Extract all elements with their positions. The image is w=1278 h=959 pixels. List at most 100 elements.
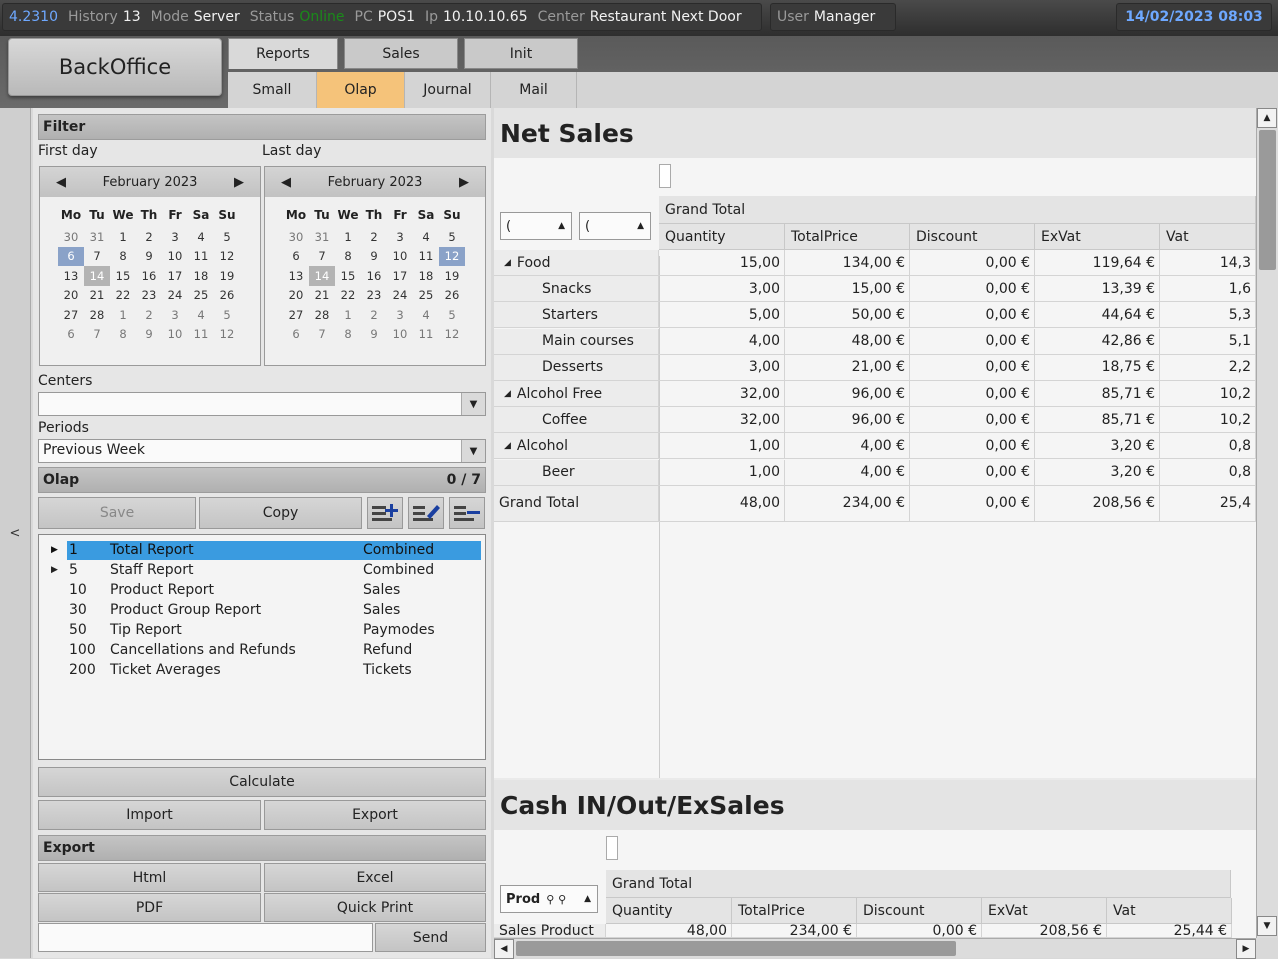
tab-init[interactable]: Init xyxy=(464,38,578,69)
vertical-scrollbar[interactable]: ▲ ▼ xyxy=(1256,108,1278,938)
calendar-day[interactable]: 28 xyxy=(309,305,335,325)
calendar-day[interactable]: 30 xyxy=(58,227,84,247)
calendar-day[interactable]: 31 xyxy=(84,227,110,247)
calendar-day[interactable]: 15 xyxy=(110,266,136,286)
report-list-item[interactable]: 200 Ticket Averages Tickets xyxy=(39,661,485,681)
calendar-day[interactable]: 12 xyxy=(439,246,465,266)
calendar-day[interactable]: 9 xyxy=(136,247,162,267)
calendar-day[interactable]: 23 xyxy=(361,286,387,306)
scroll-thumb[interactable] xyxy=(1259,130,1276,270)
export-button[interactable]: Export xyxy=(264,800,486,830)
calendar-day[interactable]: 5 xyxy=(214,227,240,247)
report-list-item[interactable]: 100 Cancellations and Refunds Refund xyxy=(39,641,485,661)
calendar-day[interactable]: 10 xyxy=(162,325,188,345)
calendar-day[interactable]: 11 xyxy=(188,325,214,345)
next-month-icon[interactable]: ▶ xyxy=(459,175,469,190)
edit-report-button[interactable] xyxy=(408,497,444,529)
calendar-day[interactable]: 15 xyxy=(335,266,361,286)
calendar-day[interactable]: 17 xyxy=(387,266,413,286)
expand-icon[interactable]: ▶ xyxy=(51,545,58,555)
calendar-day[interactable]: 24 xyxy=(387,286,413,306)
excel-export-button[interactable]: Excel xyxy=(264,863,486,892)
calendar-day[interactable]: 11 xyxy=(413,325,439,345)
calendar-day[interactable]: 21 xyxy=(84,286,110,306)
subtab-olap[interactable]: Olap xyxy=(317,72,405,108)
scroll-down-icon[interactable]: ▼ xyxy=(1257,916,1277,936)
calendar-day[interactable]: 5 xyxy=(439,227,465,247)
calendar-day[interactable]: 6 xyxy=(58,246,84,266)
calendar-day[interactable]: 3 xyxy=(387,305,413,325)
calendar-day[interactable]: 4 xyxy=(413,227,439,247)
report-list-item[interactable]: ▶ 5 Staff Report Combined xyxy=(39,561,485,581)
calendar-day[interactable]: 6 xyxy=(283,247,309,267)
calendar-day[interactable]: 21 xyxy=(309,286,335,306)
calendar-day[interactable]: 12 xyxy=(214,247,240,267)
calendar-day[interactable]: 14 xyxy=(309,266,335,286)
calendar-day[interactable]: 2 xyxy=(136,305,162,325)
last-day-calendar[interactable]: ◀ February 2023 ▶ Mo Tu We Th Fr Sa Su 30 31 1 2 3 4… xyxy=(264,166,486,366)
calendar-day[interactable]: 5 xyxy=(439,305,465,325)
calendar-day[interactable]: 10 xyxy=(387,247,413,267)
sort-up-icon[interactable]: ▲ xyxy=(558,221,565,231)
calendar-day[interactable]: 16 xyxy=(361,266,387,286)
calendar-day[interactable]: 20 xyxy=(283,286,309,306)
save-button[interactable]: Save xyxy=(38,497,196,529)
calendar-day[interactable]: 13 xyxy=(283,266,309,286)
periods-dropdown[interactable]: Previous Week ▼ xyxy=(38,439,486,463)
calendar-day[interactable]: 10 xyxy=(387,325,413,345)
calendar-day[interactable]: 16 xyxy=(136,266,162,286)
html-export-button[interactable]: Html xyxy=(38,863,261,892)
calendar-day[interactable]: 8 xyxy=(335,325,361,345)
expand-icon[interactable]: ▶ xyxy=(51,565,58,575)
calendar-day[interactable]: 11 xyxy=(413,247,439,267)
calendar-day[interactable]: 18 xyxy=(188,266,214,286)
calendar-day[interactable]: 7 xyxy=(309,247,335,267)
calendar-day[interactable]: 19 xyxy=(214,266,240,286)
report-list-item[interactable]: 50 Tip Report Paymodes xyxy=(39,621,485,641)
report-list-item[interactable]: ▶ 1 Total Report Combined xyxy=(39,541,485,561)
tab-sales[interactable]: Sales xyxy=(344,38,458,69)
sort-up-icon[interactable]: ▲ xyxy=(584,894,591,904)
next-month-icon[interactable]: ▶ xyxy=(234,175,244,190)
calendar-day[interactable]: 27 xyxy=(58,305,84,325)
prev-month-icon[interactable]: ◀ xyxy=(56,175,66,190)
calendar-days[interactable]: Mo Tu We Th Fr Sa Su 30 31 1 2 3 4 5 6 7 8 9 10 11 12 13 14 15 1… xyxy=(58,203,260,344)
calendar-day[interactable]: 4 xyxy=(188,305,214,325)
report-list-item[interactable]: 10 Product Report Sales xyxy=(39,581,485,601)
calendar-day[interactable]: 7 xyxy=(84,325,110,345)
net-sales-pivot[interactable]: (▲ (▲ Grand Total Quantity TotalPrice Disco… xyxy=(494,158,1256,778)
scroll-right-icon[interactable]: ▶ xyxy=(1236,939,1256,959)
calendar-day[interactable]: 25 xyxy=(188,286,214,306)
calendar-day[interactable]: 13 xyxy=(58,266,84,286)
sort-up-icon[interactable]: ▲ xyxy=(637,221,644,231)
horizontal-scrollbar[interactable]: ◀ ▶ xyxy=(494,938,1256,959)
calendar-day[interactable]: 9 xyxy=(361,325,387,345)
calendar-day[interactable]: 30 xyxy=(283,227,309,247)
calendar-day[interactable]: 17 xyxy=(162,266,188,286)
calendar-day[interactable]: 31 xyxy=(309,227,335,247)
calendar-day[interactable]: 9 xyxy=(136,325,162,345)
scroll-left-icon[interactable]: ◀ xyxy=(494,939,514,959)
chevron-down-icon[interactable]: ▼ xyxy=(461,393,485,415)
calculate-button[interactable]: Calculate xyxy=(38,767,486,797)
subtab-mail[interactable]: Mail xyxy=(491,72,577,108)
calendar-day[interactable]: 26 xyxy=(214,286,240,306)
calendar-day[interactable]: 22 xyxy=(110,286,136,306)
calendar-day[interactable]: 8 xyxy=(110,325,136,345)
row-filter-1[interactable]: (▲ xyxy=(500,212,572,240)
subtab-small[interactable]: Small xyxy=(228,72,317,108)
pivot-drop-area[interactable] xyxy=(659,164,671,188)
calendar-day[interactable]: 1 xyxy=(335,227,361,247)
calendar-day[interactable]: 12 xyxy=(214,325,240,345)
calendar-day[interactable]: 7 xyxy=(84,247,110,267)
calendar-day[interactable]: 12 xyxy=(439,325,465,345)
report-list[interactable]: ▶ 1 Total Report Combined ▶ 5 Staff Report Comb… xyxy=(38,534,486,760)
pdf-export-button[interactable]: PDF xyxy=(38,893,261,922)
chevron-down-icon[interactable]: ▼ xyxy=(461,440,485,462)
remove-report-button[interactable] xyxy=(449,497,485,529)
calendar-day[interactable]: 18 xyxy=(413,266,439,286)
calendar-day[interactable]: 2 xyxy=(136,227,162,247)
calendar-day[interactable]: 19 xyxy=(439,266,465,286)
calendar-day[interactable]: 3 xyxy=(162,227,188,247)
calendar-day[interactable]: 8 xyxy=(110,247,136,267)
